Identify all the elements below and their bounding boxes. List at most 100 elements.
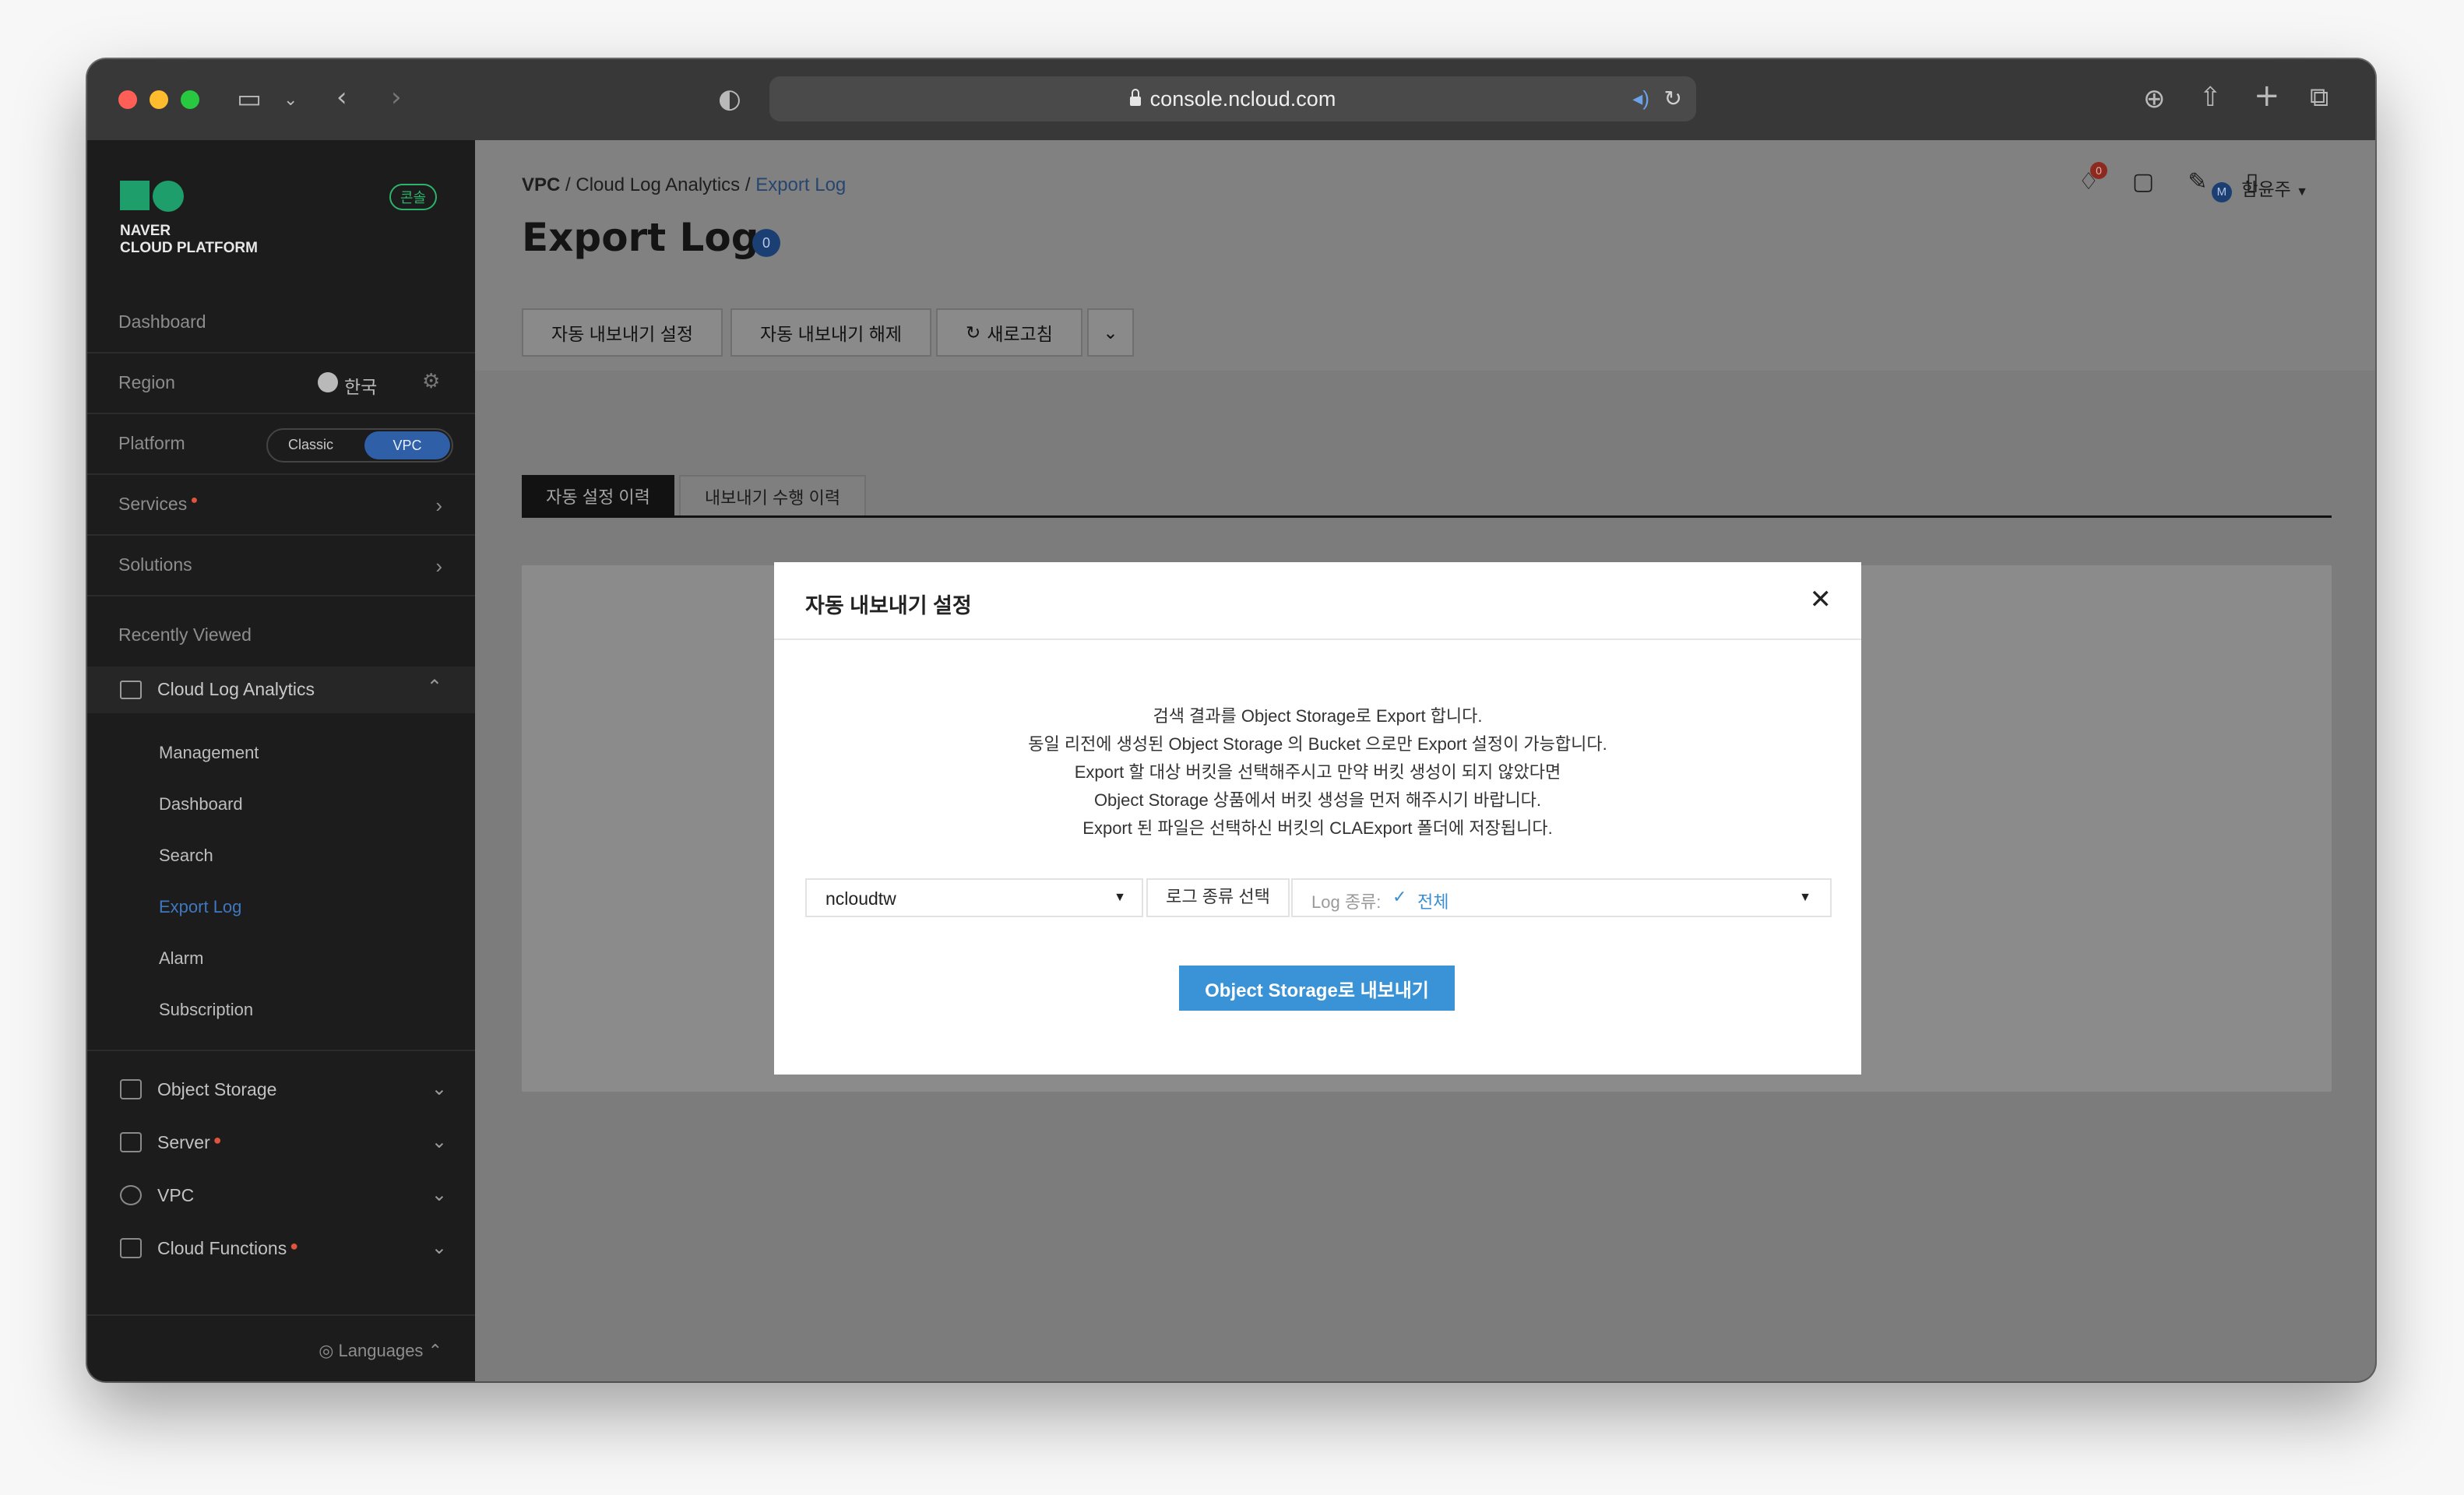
sidebar-item-label: Solutions [118,554,192,575]
sidebar-subitem-subscription[interactable]: Subscription [159,1000,253,1020]
page-title: Export Log [522,215,759,260]
edit-icon[interactable]: ✎ [2182,168,2213,199]
log-type-select[interactable]: Log 종류: ✓ 전체 ▼ [1291,878,1832,917]
chevron-down-icon[interactable]: ⌄ [283,87,297,114]
breadcrumb-vpc[interactable]: VPC [522,174,560,195]
sidebar-item-label: Dashboard [118,311,206,332]
languages-button[interactable]: ◎ Languages ⌃ [319,1341,442,1361]
gear-icon[interactable]: ⚙ [422,369,440,393]
breadcrumb-export-log[interactable]: Export Log [755,174,846,195]
log-type-prefix: Log 종류: [1311,892,1382,912]
tab-auto-setting-history[interactable]: 자동 설정 이력 [522,475,674,517]
chevron-up-icon: ⌃ [428,1341,442,1360]
user-menu[interactable]: M 함윤주 ▼ [2211,174,2308,202]
modal-description: 검색 결과를 Object Storage로 Export 합니다. 동일 리전… [774,702,1861,842]
tab-export-history[interactable]: 내보내기 수행 이력 [679,475,866,517]
sidebar-subitem-export-log[interactable]: Export Log [159,897,241,917]
notification-count-badge: 0 [2090,162,2107,179]
user-name: 함윤주 [2241,179,2291,199]
languages-label: Languages [338,1341,424,1360]
platform-vpc-option[interactable]: VPC [364,431,450,459]
refresh-icon: ↻ [966,322,981,343]
auto-export-release-button[interactable]: 자동 내보내기 해제 [730,308,931,357]
cloud-functions-label: Cloud Functions [157,1238,287,1258]
close-icon[interactable]: ✕ [1810,584,1832,615]
tabs-icon[interactable]: ⧉ [2310,84,2328,111]
shield-icon[interactable]: ◐ [718,86,741,112]
export-to-object-storage-button[interactable]: Object Storage로 내보내기 [1179,966,1455,1011]
recently-viewed-heading: Recently Viewed [118,624,252,645]
sidebar-item-label: Server ● [157,1132,222,1153]
sidebar-subitem-management[interactable]: Management [159,743,259,763]
sidebar-item-dashboard[interactable]: Dashboard [87,293,475,354]
chevron-right-icon: › [435,494,442,517]
refresh-button[interactable]: ↻ 새로고침 [936,308,1082,357]
sidebar-item-label: VPC [157,1185,195,1205]
forward-icon[interactable]: › [391,84,402,111]
auto-export-modal: 자동 내보내기 설정 ✕ 검색 결과를 Object Storage로 Expo… [774,562,1861,1075]
flag-icon [318,372,338,392]
chat-icon[interactable]: ▢ [2128,168,2159,199]
breadcrumb: VPC / Cloud Log Analytics / Export Log [522,174,846,196]
cloud-functions-icon [120,1238,142,1258]
sidebar-subitem-search[interactable]: Search [159,846,213,866]
breadcrumb-sep: / [560,174,576,195]
reload-icon[interactable]: ↻ [1664,86,1682,111]
logo-line1: NAVER [120,223,171,239]
sidebar-item-region[interactable]: Region 한국 ⚙ [87,354,475,414]
description-line: Object Storage 상품에서 버킷 생성을 먼저 해주시기 바랍니다. [1093,790,1542,810]
logo-square [120,181,150,210]
share-icon[interactable]: ⇧ [2199,84,2222,111]
more-options-button[interactable]: ⌄ [1087,308,1134,357]
console-badge: 콘솔 [389,184,438,210]
platform-toggle[interactable]: Classic VPC [266,428,453,463]
address-bar[interactable]: console.ncloud.com ◂) ↻ [769,76,1696,121]
vpc-icon [120,1185,142,1205]
chevron-up-icon: ⌃ [426,677,442,698]
sidebar-item-vpc[interactable]: VPC ⌄ [120,1184,447,1215]
breadcrumb-cla[interactable]: Cloud Log Analytics [576,174,740,195]
title-count-badge: 0 [752,229,780,257]
sidebar-item-services[interactable]: Services ● › [87,475,475,536]
description-line: Export 된 파일은 선택하신 버킷의 CLAExport 폴더에 저장됩니… [1082,818,1553,838]
sidebar-item-server[interactable]: Server ● ⌄ [120,1131,447,1162]
description-line: 동일 리전에 생성된 Object Storage 의 Bucket 으로만 E… [1028,734,1607,754]
platform-classic-option[interactable]: Classic [288,437,333,453]
sidebar-item-label: Services ● [118,494,198,515]
sidebar-subitem-dashboard[interactable]: Dashboard [159,794,243,814]
chevron-down-icon: ⌄ [431,1237,447,1258]
new-dot-icon: ● [290,1238,299,1254]
logo-text: NAVER CLOUD PLATFORM [120,223,258,257]
chevron-right-icon: › [435,554,442,578]
modal-title: 자동 내보내기 설정 [805,594,972,617]
chevron-down-icon: ⌄ [431,1131,447,1152]
sidebar-item-label: Cloud Functions ● [157,1238,298,1259]
chevron-down-icon: ⌄ [431,1078,447,1099]
logo-line2: CLOUD PLATFORM [120,240,258,256]
zoom-window-button[interactable] [181,90,199,109]
services-label: Services [118,494,188,514]
server-label: Server [157,1132,210,1152]
sidebar-subitem-alarm[interactable]: Alarm [159,948,203,969]
download-icon[interactable]: ⊕ [2143,86,2166,112]
lock-icon [1129,89,1141,106]
object-storage-icon [120,1079,142,1099]
sidebar-item-platform: Platform Classic VPC [87,414,475,475]
speaker-icon[interactable]: ◂) [1632,86,1649,111]
sidebar-icon[interactable]: ▭ [237,86,262,112]
console-sidebar: NAVER CLOUD PLATFORM 콘솔 Dashboard Region… [87,140,475,1381]
sidebar-item-label: Object Storage [157,1079,277,1099]
chevron-down-icon: ⌄ [431,1184,447,1205]
auto-export-set-button[interactable]: 자동 내보내기 설정 [522,308,723,357]
close-window-button[interactable] [118,90,137,109]
new-tab-icon[interactable]: + [2254,80,2280,111]
tabs-underline [522,515,2332,518]
back-icon[interactable]: ‹ [336,84,347,111]
sidebar-item-cloud-functions[interactable]: Cloud Functions ● ⌄ [120,1236,447,1268]
description-line: 검색 결과를 Object Storage로 Export 합니다. [1153,706,1483,726]
minimize-window-button[interactable] [150,90,168,109]
bucket-select[interactable]: ncloudtw ▼ [805,878,1143,917]
sidebar-item-object-storage[interactable]: Object Storage ⌄ [120,1078,447,1109]
sidebar-item-solutions[interactable]: Solutions › [87,536,475,596]
sidebar-item-cloud-log-analytics[interactable]: Cloud Log Analytics ⌃ [87,667,475,713]
